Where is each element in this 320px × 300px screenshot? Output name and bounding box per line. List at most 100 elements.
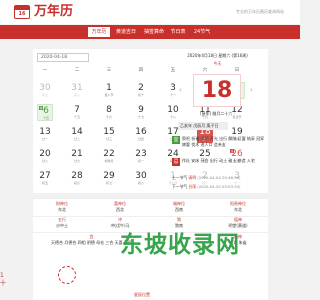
info-cell-duty-god: 值神 明堂(黄道) [209, 217, 267, 231]
day-number: 23 [135, 149, 147, 159]
lunar-label: 十七 [137, 115, 144, 119]
day-number: 20 [39, 149, 51, 159]
prev-term-date: (2020-04-04 20:48:34) [197, 175, 241, 180]
day-number: 28 [71, 171, 83, 181]
calendar-day[interactable]: 28 初六 [69, 170, 85, 187]
info-value: 西北 [116, 207, 124, 212]
info-cell-fortune-god: 福神位 西南 [150, 201, 208, 215]
prev-term-label: 上一节气 [172, 175, 188, 180]
today-link[interactable]: 今天 [167, 61, 268, 67]
lunar-label: 廿八 [41, 159, 48, 163]
calendar-day[interactable]: 9 十七 [133, 104, 149, 121]
next-term-label: 下一节气 [172, 184, 188, 189]
lunar-label: 愚人节 [104, 93, 114, 97]
lunar-label: 初八 [137, 181, 144, 185]
site-slogan: 专业的万年历黄历查询网站 [236, 9, 284, 14]
lunar-label: 地球日 [104, 159, 114, 163]
day-number: 7 [74, 105, 80, 115]
calendar-day[interactable]: 22 地球日 [101, 148, 117, 165]
calendar-day[interactable]: 29 初七 [101, 170, 117, 187]
info-cell-wealth-god: 财神位 东北 [33, 201, 91, 215]
calendar-day[interactable]: 6 十四休 [37, 104, 53, 121]
day-number: 2 [138, 83, 144, 93]
info-cell-five-elements: 五行 沙中土 [33, 217, 91, 231]
next-day-chevron-icon[interactable]: › [250, 86, 253, 94]
ganzhi-pill: 乙亥年 戊辰月 庚子日 [178, 122, 228, 130]
main-nav: 万年历 黄道吉日 抽签算命 节日表 24节气 [0, 25, 300, 39]
day-number: 29 [103, 171, 115, 181]
yi-section: 宜 祭祀 祈福 求嗣 开光 出行 解除 订盟 纳采 冠笄 嫁娶 伐木 进人口 会… [172, 136, 268, 158]
day-number: 30 [135, 171, 147, 181]
info-value: 明堂(黄道) [228, 223, 248, 228]
calendar-day[interactable]: 8 十六 [101, 104, 117, 121]
info-cell-joy-god: 喜神位 西北 [91, 201, 149, 215]
lunar-label: 初七 [105, 181, 112, 185]
nav-item-fortune[interactable]: 抽签算命 [143, 27, 165, 37]
day-number: 15 [103, 127, 115, 137]
lunar-label: 初七 [41, 93, 48, 97]
calendar-logo-icon[interactable]: 16 [14, 5, 30, 19]
info-value: 煞南 [175, 223, 183, 228]
calendar-day[interactable]: 7 十五 [69, 104, 85, 121]
site-header: 16 万年历 专业的万年历黄历查询网站 [0, 0, 300, 24]
bottom-section-title: 星辰位置 [134, 292, 150, 297]
side-label: 1 十 [0, 272, 7, 287]
lunar-label: 初八 [73, 93, 80, 97]
lunar-label: 廿二 [73, 137, 80, 141]
nav-item-solar-terms[interactable]: 24节气 [191, 27, 213, 37]
calendar-day[interactable]: 16 廿四 [133, 126, 149, 143]
calendar-day[interactable]: 30 初八 [133, 170, 149, 187]
next-solar-term: 下一节气 谷雨 (2020-04-20 03:53:33) [172, 184, 241, 190]
day-number: 21 [71, 149, 83, 159]
info-value: 东北 [58, 207, 66, 212]
calendar-day[interactable]: 1 愚人节 [101, 82, 117, 99]
yi-text: 祭祀 祈福 求嗣 开光 出行 解除 订盟 纳采 冠笄 嫁娶 伐木 进人口 会亲友 [182, 136, 265, 147]
prev-term-name[interactable]: 清明 [188, 175, 196, 180]
weekday-header: 五 [170, 68, 176, 73]
info-value: 冲(戊午)马 [110, 223, 130, 228]
lunar-label: 初五 [41, 181, 48, 185]
lunar-label: 初六 [73, 181, 80, 185]
info-cell-noble-god: 阳贵神位 东北 [209, 201, 267, 215]
grid-divider [33, 198, 268, 199]
site-logo-text[interactable]: 万年历 [34, 4, 73, 20]
calendar-day[interactable]: 13 廿一 [37, 126, 53, 143]
next-term-name[interactable]: 谷雨 [188, 184, 196, 189]
day-number: 16 [135, 127, 147, 137]
info-cell-sha: 煞 煞南 [150, 217, 208, 231]
calendar-day[interactable]: 23 初一 [133, 148, 149, 165]
day-number: 9 [138, 105, 144, 115]
calendar-day[interactable]: 20 廿八 [37, 148, 53, 165]
lunar-date-text: (鼠年) 腊月二十六 · [200, 111, 235, 116]
calendar-day[interactable]: 14 廿二 [69, 126, 85, 143]
nav-item-lucky-days[interactable]: 黄道吉日 [113, 27, 139, 37]
compass-wheel-icon [58, 266, 76, 284]
big-day-number: 18 [193, 74, 241, 107]
calendar-day[interactable]: 30 初七 [37, 82, 53, 99]
lunar-label: 十四 [42, 116, 49, 120]
calendar-day[interactable]: 31 初八 [69, 82, 85, 99]
calendar-day[interactable]: 15 廿三 [101, 126, 117, 143]
selected-date-heading: 2020年4月18日 星期六 (第16周) [187, 53, 248, 58]
nav-item-holidays[interactable]: 节日表 [168, 27, 188, 37]
lunar-label: 廿一 [41, 137, 48, 141]
yi-tag: 宜 [172, 136, 180, 144]
lunar-label: 廿三 [105, 137, 112, 141]
calendar-day[interactable]: 21 廿九 [69, 148, 85, 165]
watermark-text: 东坡收录网 [120, 232, 240, 258]
day-number: 13 [39, 127, 51, 137]
prev-day-chevron-icon[interactable]: ‹ [179, 86, 182, 94]
calendar-day[interactable]: 2 初十 [133, 82, 149, 99]
day-number: 1 [106, 83, 112, 93]
calendar-day[interactable]: 27 初五 [37, 170, 53, 187]
weekday-header: 一 [42, 68, 48, 73]
weekday-header: 四 [138, 68, 144, 73]
rest-badge: 休 [39, 106, 43, 110]
nav-item-calendar[interactable]: 万年历 [88, 27, 110, 37]
lunar-label: 廿四 [137, 137, 144, 141]
date-select[interactable]: 2020-04-18 [37, 53, 89, 62]
lunar-label: 廿九 [73, 159, 80, 163]
info-value: 东北 [234, 207, 242, 212]
lunar-label: 十六 [105, 115, 112, 119]
ji-tag: 忌 [172, 158, 180, 166]
